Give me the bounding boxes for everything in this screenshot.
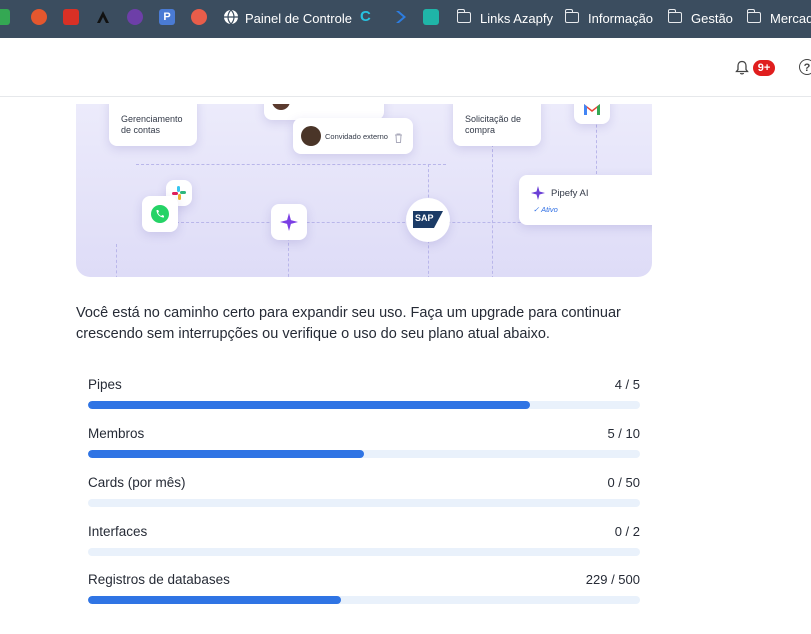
bookmark-favicon-teal[interactable] [423, 9, 439, 25]
upgrade-message: Você está no caminho certo para expandir… [76, 305, 621, 342]
pipefy-ai-title: Pipefy AI [551, 188, 589, 199]
hero-illustration: Gerenciamento de contas Convidado extern… [76, 104, 652, 277]
app-header: 9+ ? [0, 38, 811, 97]
connector-line [116, 244, 117, 277]
bell-icon[interactable] [735, 60, 749, 76]
connector-line [492, 144, 493, 277]
bookmark-favicon-c[interactable]: C [360, 9, 376, 25]
usage-progress-bar [88, 548, 640, 556]
bookmark-folder-informacao[interactable]: Informação [588, 11, 653, 26]
usage-value: 5 / 10 [607, 426, 640, 441]
gmail-icon [583, 104, 601, 121]
sparkle-icon [531, 186, 545, 205]
pipefy-ai-status: ✓ Ativo [533, 205, 558, 214]
bookmark-favicon-1[interactable] [0, 9, 10, 25]
notification-badge[interactable]: 9+ [753, 60, 775, 76]
accounts-card-label: Gerenciamento de contas [121, 114, 183, 135]
sap-label: SAP [415, 213, 434, 223]
folder-icon [746, 9, 761, 23]
purchase-request-card: Solicitação de compra [453, 104, 541, 146]
bookmark-favicon-5[interactable] [127, 9, 143, 25]
pipefy-ai-card: Pipefy AI ✓ Ativo [519, 175, 652, 225]
usage-label: Cards (por mês) [88, 475, 186, 490]
bookmark-favicon-4[interactable] [95, 9, 111, 25]
usage-progress-fill [88, 450, 364, 458]
sparkle-icon [280, 213, 298, 236]
usage-value: 0 / 50 [607, 475, 640, 490]
gmail-tile [574, 104, 610, 124]
usage-value: 4 / 5 [614, 377, 640, 392]
help-icon[interactable]: ? [799, 59, 811, 75]
bookmark-folder-links-azapfy[interactable]: Links Azapfy [480, 11, 553, 26]
avatar [272, 104, 290, 110]
usage-progress-bar [88, 401, 640, 409]
avatar [301, 126, 321, 146]
usage-value: 0 / 2 [614, 524, 640, 539]
ai-sparkle-tile [271, 204, 307, 240]
usage-label: Membros [88, 426, 145, 441]
usage-value: 229 / 500 [585, 572, 640, 587]
folder-icon [456, 9, 471, 23]
usage-label: Interfaces [88, 524, 148, 539]
usage-progress-bar [88, 450, 640, 458]
usage-label: Pipes [88, 377, 122, 392]
guest-card: Convidado externo [293, 118, 413, 154]
globe-icon[interactable] [223, 9, 239, 25]
whatsapp-tile [142, 196, 178, 232]
bookmark-favicon-3[interactable] [63, 9, 79, 25]
bookmark-favicon-6[interactable]: P [159, 9, 175, 25]
bookmark-painel-de-controle[interactable]: Painel de Controle [245, 11, 352, 26]
folder-icon [564, 9, 579, 23]
usage-label: Registros de databases [88, 572, 230, 587]
bookmark-folder-mercad[interactable]: Mercad [770, 11, 811, 26]
bookmark-favicon-7[interactable] [191, 9, 207, 25]
usage-progress-fill [88, 596, 341, 604]
guest-card-label: Convidado externo [325, 132, 388, 141]
bookmark-folder-gestao[interactable]: Gestão [691, 11, 733, 26]
accounts-card: Gerenciamento de contas [109, 104, 197, 146]
connector-line [136, 164, 446, 165]
bookmarks-bar: P Painel de Controle C Links Azapfy Info… [0, 0, 811, 38]
trash-icon [394, 130, 403, 148]
bookmark-favicon-chevron[interactable] [392, 9, 408, 25]
sap-tile: SAP [406, 198, 450, 242]
usage-progress-bar [88, 596, 640, 604]
folder-icon [667, 9, 682, 23]
purchase-request-label: Solicitação de compra [465, 114, 522, 135]
bookmark-favicon-2[interactable] [31, 9, 47, 25]
usage-progress-fill [88, 401, 530, 409]
usage-progress-bar [88, 499, 640, 507]
whatsapp-icon [150, 204, 170, 229]
